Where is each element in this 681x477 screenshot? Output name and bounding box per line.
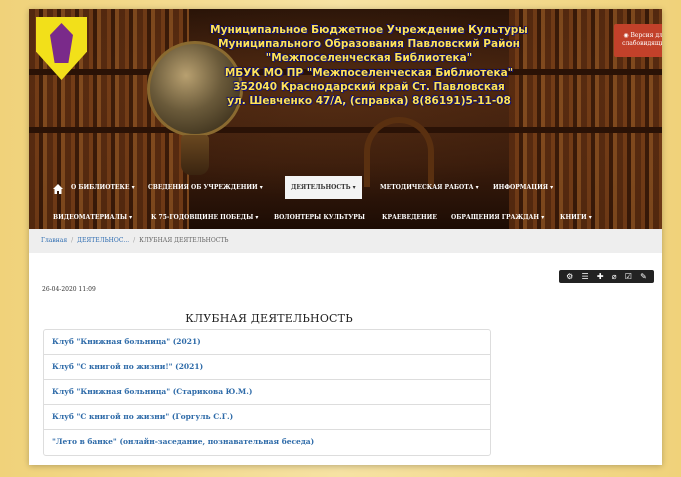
plus-icon[interactable]: ✚ [597, 272, 604, 281]
eye-icon: ◉ [623, 32, 631, 39]
nav-institution-info[interactable]: СВЕДЕНИЯ ОБ УЧРЕЖДЕНИИ ▾ [144, 176, 267, 199]
title-line-5: 352040 Краснодарский край Ст. Павловская [233, 80, 505, 93]
accessibility-version-button[interactable]: ◉ Версия для слабовидящих [614, 24, 662, 57]
list-item[interactable]: Клуб "С книгой по жизни" (Горгуль С.Г.) [44, 405, 490, 430]
list-item[interactable]: Клуб "Книжная больница" (2021) [44, 330, 490, 355]
nav-victory-75[interactable]: К 75-ГОДОВЩИНЕ ПОБЕДЫ ▾ [147, 206, 262, 229]
title-line-2: Муниципального Образования Павловский Ра… [218, 38, 520, 51]
page-title: КЛУБНАЯ ДЕЯТЕЛЬНОСТЬ [185, 312, 353, 325]
paperclip-icon[interactable]: ⌀ [612, 272, 617, 281]
shelf-band [29, 127, 662, 133]
club-list: Клуб "Книжная больница" (2021) Клуб "С к… [43, 329, 491, 456]
site-card: Муниципальное Бюджетное Учреждение Культ… [29, 9, 662, 465]
title-line-3: "Межпоселенческая Библиотека" [265, 52, 473, 65]
article-toolbar: ⚙ ☰ ✚ ⌀ ☑ ✎ [559, 270, 654, 283]
article-date: 26-04-2020 11:09 [42, 286, 96, 293]
breadcrumb: Главная / ДЕЯТЕЛЬНОС... / КЛУБНАЯ ДЕЯТЕЛЬНОС… [29, 229, 662, 253]
home-icon [53, 184, 63, 194]
nav-books[interactable]: КНИГИ ▾ [556, 206, 596, 229]
breadcrumb-parent[interactable]: ДЕЯТЕЛЬНОС... [77, 237, 129, 244]
title-line-1: Муниципальное Бюджетное Учреждение Культ… [210, 24, 528, 36]
list-icon[interactable]: ☰ [581, 272, 588, 281]
breadcrumb-current: КЛУБНАЯ ДЕЯТЕЛЬНОСТЬ [139, 237, 229, 244]
breadcrumb-home[interactable]: Главная [41, 237, 67, 244]
breadcrumb-separator: / [71, 237, 74, 244]
nav-local-history[interactable]: КРАЕВЕДЕНИЕ [378, 206, 441, 229]
nav-citizen-appeals[interactable]: ОБРАЩЕНИЯ ГРАЖДАН ▾ [447, 206, 548, 229]
list-item[interactable]: Клуб "С книгой по жизни!" (2021) [44, 355, 490, 380]
nav-methodical-work[interactable]: МЕТОДИЧЕСКАЯ РАБОТА ▾ [376, 176, 483, 199]
breadcrumb-separator: / [133, 237, 136, 244]
title-line-6: ул. Шевченко 47/А, (справка) 8(86191)5-1… [227, 95, 511, 108]
site-title: Муниципальное Бюджетное Учреждение Культ… [209, 23, 529, 108]
site-header: Муниципальное Бюджетное Учреждение Культ… [29, 9, 662, 229]
globe-stand [181, 135, 209, 175]
title-line-4: МБУК МО ПР "Межпоселенческая Библиотека" [224, 66, 514, 79]
logo-emblem [50, 23, 73, 63]
pencil-icon[interactable]: ✎ [640, 272, 647, 281]
nav-home[interactable] [49, 176, 67, 204]
nav-information[interactable]: ИНФОРМАЦИЯ ▾ [489, 176, 557, 199]
nav-about-library[interactable]: О БИБЛИОТЕКЕ ▾ [67, 176, 139, 199]
nav-video[interactable]: ВИДЕОМАТЕРИАЛЫ ▾ [49, 206, 136, 229]
list-item[interactable]: "Лето в банке" (онлайн-заседание, познав… [44, 430, 490, 455]
nav-culture-volunteers[interactable]: ВОЛОНТЕРЫ КУЛЬТУРЫ [270, 206, 369, 229]
gear-icon[interactable]: ⚙ [566, 272, 573, 281]
check-square-icon[interactable]: ☑ [625, 272, 632, 281]
list-item[interactable]: Клуб "Книжная больница" (Старикова Ю.М.) [44, 380, 490, 405]
nav-activity[interactable]: ДЕЯТЕЛЬНОСТЬ ▾ [285, 176, 362, 199]
